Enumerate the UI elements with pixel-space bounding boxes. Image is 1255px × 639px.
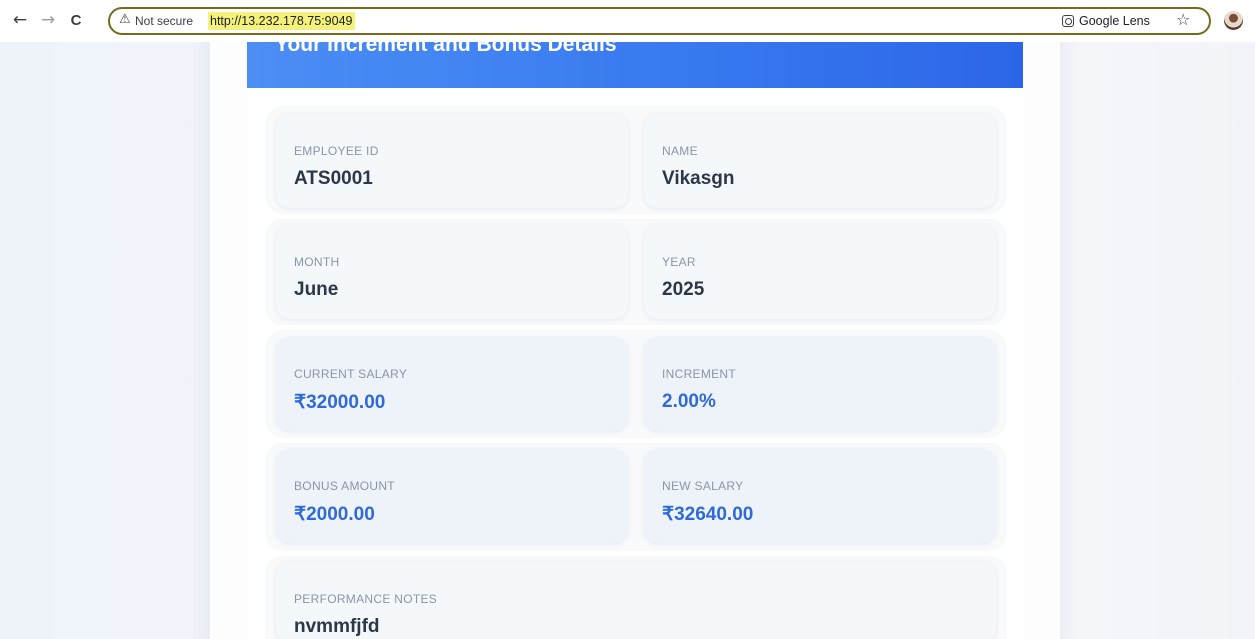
field-value: ₹32640.00 <box>662 504 754 525</box>
details-header: Your Increment and Bonus Details <box>247 42 1023 88</box>
browser-toolbar: ← → C ⚠ Not secure http://13.232.178.75:… <box>0 0 1255 42</box>
field-label: NEW SALARY <box>662 479 744 493</box>
field-value: ₹2000.00 <box>294 504 375 525</box>
field-label: INCREMENT <box>662 367 737 381</box>
current-salary-field: CURRENT SALARY ₹32000.00 <box>276 337 628 431</box>
field-value: ATS0001 <box>294 168 373 189</box>
page-title: Your Increment and Bonus Details <box>275 42 617 56</box>
performance-notes-field: PERFORMANCE NOTES nvmmfjfd <box>276 562 996 639</box>
google-lens-label: Google Lens <box>1079 14 1150 28</box>
new-salary-field: NEW SALARY ₹32640.00 <box>644 449 996 543</box>
warning-triangle-icon[interactable]: ⚠ <box>119 12 131 27</box>
field-value: 2025 <box>662 279 705 300</box>
security-status-label[interactable]: Not secure <box>135 14 193 28</box>
field-label: NAME <box>662 144 698 158</box>
field-value: Vikasgn <box>662 168 735 189</box>
field-label: MONTH <box>294 255 340 269</box>
profile-avatar[interactable] <box>1224 11 1243 30</box>
field-value: 2.00% <box>662 391 716 412</box>
google-lens-button[interactable]: Google Lens <box>1062 12 1150 30</box>
field-value: June <box>294 279 339 300</box>
field-label: PERFORMANCE NOTES <box>294 592 438 606</box>
field-label: YEAR <box>662 255 696 269</box>
field-value: nvmmfjfd <box>294 616 380 637</box>
field-label: CURRENT SALARY <box>294 367 408 381</box>
url-text[interactable]: http://13.232.178.75:9049 <box>208 12 355 30</box>
reload-icon[interactable]: C <box>65 9 87 31</box>
month-field: MONTH June <box>276 225 628 319</box>
bookmark-star-icon[interactable]: ☆ <box>1176 10 1190 29</box>
back-arrow-icon[interactable]: ← <box>9 9 31 31</box>
year-field: YEAR 2025 <box>644 225 996 319</box>
increment-field: INCREMENT 2.00% <box>644 337 996 431</box>
field-label: BONUS AMOUNT <box>294 479 395 493</box>
forward-arrow-icon[interactable]: → <box>37 9 59 31</box>
employee-id-field: EMPLOYEE ID ATS0001 <box>276 114 628 208</box>
name-field: NAME Vikasgn <box>644 114 996 208</box>
field-label: EMPLOYEE ID <box>294 144 379 158</box>
bonus-amount-field: BONUS AMOUNT ₹2000.00 <box>276 449 628 543</box>
google-lens-icon <box>1062 15 1074 27</box>
field-value: ₹32000.00 <box>294 392 386 413</box>
page-content: Your Increment and Bonus Details EMPLOYE… <box>0 42 1255 639</box>
address-bar[interactable]: ⚠ Not secure http://13.232.178.75:9049 G… <box>108 7 1211 35</box>
